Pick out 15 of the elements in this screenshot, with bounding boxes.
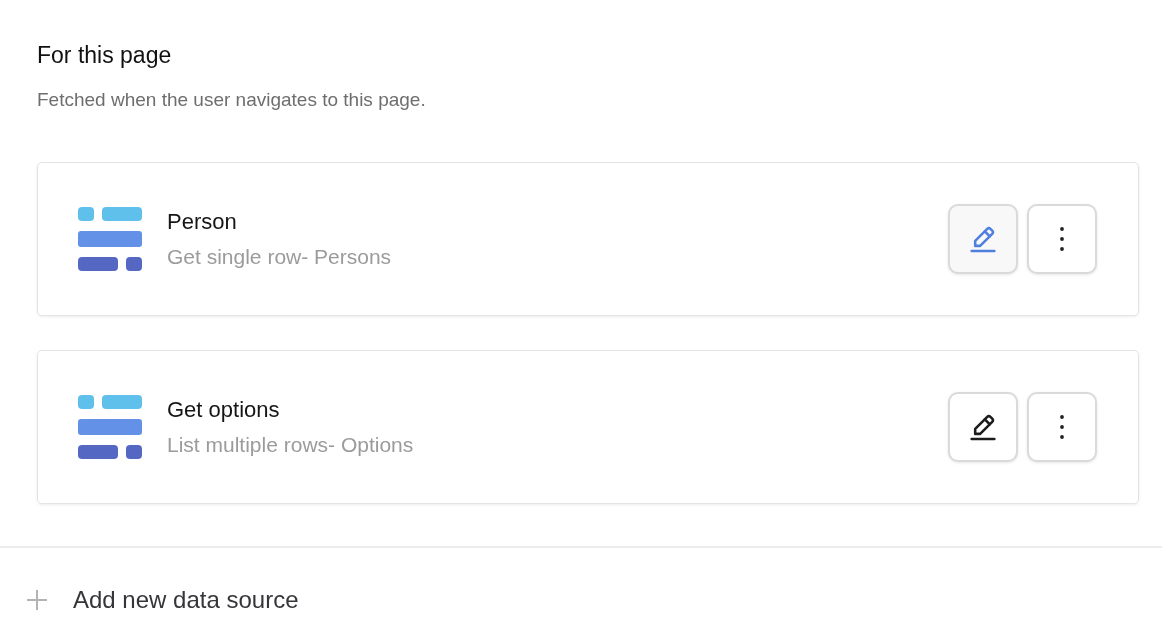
more-icon (1060, 415, 1064, 439)
edit-icon (970, 225, 996, 253)
edit-icon (970, 413, 996, 441)
data-source-name: Get options (167, 396, 281, 424)
data-source-name: Person (167, 208, 238, 236)
add-data-source-button[interactable]: Add new data source (27, 578, 299, 622)
plus-icon (27, 590, 47, 610)
section-title: For this page (37, 41, 173, 70)
section-description: Fetched when the user navigates to this page. (37, 88, 427, 112)
data-source-subtitle: List multiple rows- Options (167, 432, 415, 458)
more-icon (1060, 227, 1064, 251)
stacked-bars-icon (78, 207, 142, 271)
data-source-subtitle: Get single row- Persons (167, 244, 393, 270)
edit-button[interactable] (948, 392, 1018, 462)
stacked-bars-icon (78, 395, 142, 459)
